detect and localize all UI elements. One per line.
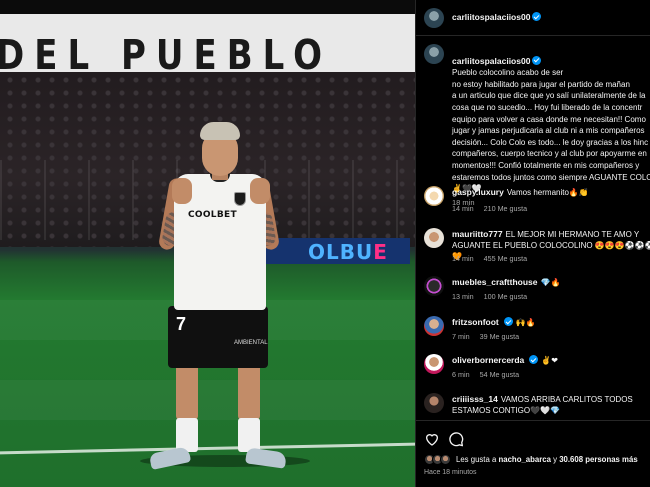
caption-username[interactable]: carliitospalaciios00 xyxy=(452,56,530,66)
author-username[interactable]: carliitospalaciios00 xyxy=(452,12,530,22)
comment-avatar[interactable] xyxy=(424,186,444,206)
heart-icon[interactable] xyxy=(424,431,440,447)
likes-summary[interactable]: Les gusta a nacho_abarca y 30.608 person… xyxy=(456,455,638,464)
comment-item: gaspy.luxury Vamos hermanito🔥👏 14 min 210 … xyxy=(424,186,650,216)
verified-badge-icon xyxy=(529,355,539,364)
comment-likes[interactable]: 100 Me gusta xyxy=(484,292,528,301)
comment-username[interactable]: fritzsonfoot xyxy=(452,317,499,327)
left-boot xyxy=(148,446,192,470)
right-boot xyxy=(245,447,287,469)
author-avatar[interactable] xyxy=(424,8,444,28)
comment-username[interactable]: mauriitto777 xyxy=(452,229,503,239)
comment-text: Vamos hermanito🔥👏 xyxy=(506,188,589,197)
comment-item: criiiisss_14 VAMOS ARRIBA CARLITOS TODOS … xyxy=(424,393,650,423)
comment-likes[interactable]: 54 Me gusta xyxy=(480,370,520,379)
comment-avatar[interactable] xyxy=(424,393,444,413)
comment-likes[interactable]: 455 Me gusta xyxy=(484,254,528,263)
post-photo[interactable]: DEL PUEBLO OLBUE 7 AMBIENTAL COOLBET xyxy=(0,0,415,487)
right-leg xyxy=(238,362,260,420)
comment-username[interactable]: oliverbornercerda xyxy=(452,355,524,365)
likes-count[interactable]: 30.608 personas más xyxy=(559,455,637,464)
comment-time: 14 min xyxy=(452,254,474,263)
post-header: carliitospalaciios00 xyxy=(416,0,650,36)
comment-username[interactable]: criiiisss_14 xyxy=(452,394,498,404)
comment-time: 6 min xyxy=(452,370,470,379)
shorts-brand: AMBIENTAL xyxy=(234,340,268,346)
verified-badge-icon xyxy=(532,12,542,21)
ad-board-text: OLBU xyxy=(308,240,374,264)
left-hand-gesture xyxy=(172,178,192,204)
comment-item: muebles_craftthouse 💎🔥 13 min 100 Me gusta xyxy=(424,276,650,306)
comment-likes[interactable]: 210 Me gusta xyxy=(484,204,528,213)
club-crest xyxy=(234,192,246,206)
ad-board-text-accent: E xyxy=(373,240,388,264)
caption-avatar[interactable] xyxy=(424,44,444,64)
comment-text: 💎🔥 xyxy=(540,278,561,287)
comment-avatar[interactable] xyxy=(424,276,444,296)
comment-avatar[interactable] xyxy=(424,228,444,248)
comment-username[interactable]: muebles_craftthouse xyxy=(452,277,538,287)
jersey-sponsor: COOLBET xyxy=(188,210,237,220)
likes-user[interactable]: nacho_abarca xyxy=(499,455,551,464)
comment-time: 14 min xyxy=(452,204,474,213)
comment-item: oliverbornercerda ✌❤ 6 min 54 Me gusta xyxy=(424,354,650,384)
right-hand-gesture xyxy=(250,178,270,204)
verified-badge-icon xyxy=(532,55,542,65)
comment-avatar[interactable] xyxy=(424,354,444,374)
comment-icon[interactable] xyxy=(448,431,464,447)
comment-avatar[interactable] xyxy=(424,316,444,336)
verified-badge-icon xyxy=(503,317,513,326)
comment-text: 🙌🔥 xyxy=(515,318,536,327)
comment-time: 7 min xyxy=(452,332,470,341)
liker-avatars[interactable] xyxy=(424,454,456,466)
author-name-row: carliitospalaciios00 xyxy=(452,12,542,22)
player-figure: 7 AMBIENTAL COOLBET xyxy=(146,118,296,474)
comment-time: 13 min xyxy=(452,292,474,301)
comment-item: mauriitto777 EL MEJOR MI HERMANO TE AMO Y… xyxy=(424,228,650,268)
player-hair xyxy=(200,122,240,140)
comment-username[interactable]: gaspy.luxury xyxy=(452,187,504,197)
post-actions: Les gusta a nacho_abarca y 30.608 person… xyxy=(416,420,650,487)
comment-item: fritzsonfoot 🙌🔥 7 min 39 Me gusta xyxy=(424,316,650,346)
right-sock xyxy=(238,418,260,452)
comment-text: ✌❤ xyxy=(541,356,558,365)
comment-likes[interactable]: 39 Me gusta xyxy=(480,332,520,341)
post-sidebar: carliitospalaciios00 carliitospalaciios0… xyxy=(415,0,650,487)
stadium-banner: DEL PUEBLO xyxy=(0,14,415,80)
left-leg xyxy=(176,362,198,420)
post-time: Hace 18 minutos xyxy=(424,469,477,476)
caption-text: Pueblo colocolino acabo de ser no estoy … xyxy=(452,68,650,194)
shorts-number: 7 xyxy=(176,314,187,334)
